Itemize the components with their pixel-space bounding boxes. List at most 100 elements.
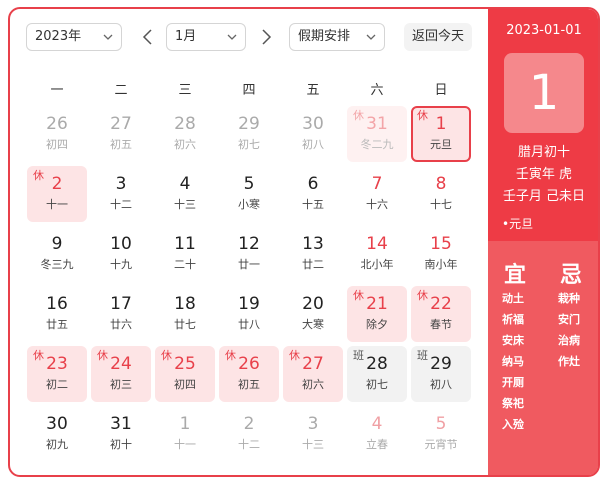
day-cell[interactable]: 休 25 初四 (155, 346, 215, 402)
day-cell[interactable]: 19 廿八 (219, 286, 279, 342)
day-lunar: 南小年 (424, 258, 458, 271)
day-cell[interactable]: 11 二十 (155, 226, 215, 282)
yi-item: 安床 (502, 334, 524, 347)
day-cell[interactable]: 30 初八 (283, 106, 343, 162)
day-cell[interactable]: 26 初四 (27, 106, 87, 162)
day-cell[interactable]: 休 27 初六 (283, 346, 343, 402)
day-lunar: 十三 (302, 438, 324, 451)
next-month-icon[interactable] (258, 28, 274, 46)
day-lunar: 廿五 (46, 318, 68, 331)
day-cell[interactable]: 12 廿一 (219, 226, 279, 282)
day-lunar: 十二 (238, 438, 260, 451)
day-number: 19 (238, 294, 260, 314)
ji-item: 栽种 (558, 292, 580, 305)
day-lunar: 十三 (174, 198, 196, 211)
day-cell[interactable]: 17 廿六 (91, 286, 151, 342)
day-cell[interactable]: 18 廿七 (155, 286, 215, 342)
year-select[interactable]: 2023年 (26, 23, 122, 51)
day-cell[interactable]: 休 1 元旦 (411, 106, 471, 162)
back-to-today-button[interactable]: 返回今天 (404, 23, 472, 51)
yi-item: 动土 (502, 292, 524, 305)
day-cell[interactable]: 20 大寒 (283, 286, 343, 342)
day-lunar: 十一 (174, 438, 196, 451)
day-cell[interactable]: 5 小寒 (219, 166, 279, 222)
chevron-down-icon (103, 34, 113, 40)
day-number: 10 (110, 234, 132, 254)
day-cell[interactable]: 3 十二 (91, 166, 151, 222)
day-cell[interactable]: 16 廿五 (27, 286, 87, 342)
day-cell[interactable]: 13 廿二 (283, 226, 343, 282)
day-cell[interactable]: 27 初五 (91, 106, 151, 162)
calendar-main: 2023年 1月 假期安排 返回今天 一二三四五六日 26 初四 27 初五 28 初六 2… (10, 9, 488, 475)
day-lunar: 初七 (238, 138, 260, 151)
weekday-label: 日 (434, 83, 448, 98)
day-number: 14 (366, 234, 388, 254)
day-lunar: 廿七 (174, 318, 196, 331)
day-cell[interactable]: 休 2 十一 (27, 166, 87, 222)
day-cell[interactable]: 1 十一 (155, 406, 215, 462)
day-cell[interactable]: 3 十三 (283, 406, 343, 462)
detail-year-ganzhi: 壬寅年 虎 (515, 167, 573, 182)
yi-item: 开厕 (502, 376, 524, 389)
day-number: 20 (302, 294, 324, 314)
day-cell[interactable]: 班 28 初七 (347, 346, 407, 402)
detail-festival: •元旦 (502, 217, 534, 231)
day-number: 30 (302, 114, 324, 134)
detail-lunar-date: 腊月初十 (517, 145, 570, 160)
holiday-select[interactable]: 假期安排 (289, 23, 385, 51)
calendar-grid: 26 初四 27 初五 28 初六 29 初七 30 初八休 31 冬二九休 1 元旦休 2 十一 3 十二 4 十三… (26, 106, 476, 470)
day-number: 12 (238, 234, 260, 254)
day-cell[interactable]: 4 立春 (347, 406, 407, 462)
day-number: 23 (46, 354, 68, 374)
yi-title: 宜 (504, 263, 527, 288)
month-select[interactable]: 1月 (166, 23, 246, 51)
day-number: 27 (302, 354, 324, 374)
day-lunar: 初十 (110, 438, 132, 451)
day-lunar: 十五 (302, 198, 324, 211)
day-cell[interactable]: 7 十六 (347, 166, 407, 222)
day-cell[interactable]: 休 21 除夕 (347, 286, 407, 342)
day-number: 8 (435, 174, 447, 194)
day-cell[interactable]: 14 北小年 (347, 226, 407, 282)
calendar-toolbar: 2023年 1月 假期安排 返回今天 (26, 23, 476, 53)
day-lunar: 十一 (46, 198, 68, 211)
day-detail-panel: 2023-01-01 1 腊月初十 壬寅年 虎 壬子月 己未日 •元旦 宜 忌 … (488, 9, 598, 475)
chevron-down-icon (366, 34, 376, 40)
day-number: 4 (179, 174, 191, 194)
day-number: 24 (110, 354, 132, 374)
day-cell[interactable]: 休 22 春节 (411, 286, 471, 342)
day-cell[interactable]: 9 冬三九 (27, 226, 87, 282)
prev-month-icon[interactable] (140, 28, 156, 46)
day-cell[interactable]: 4 十三 (155, 166, 215, 222)
day-number: 27 (110, 114, 132, 134)
day-cell[interactable]: 28 初六 (155, 106, 215, 162)
day-cell[interactable]: 休 26 初五 (219, 346, 279, 402)
day-lunar: 元宵节 (424, 438, 458, 451)
day-cell[interactable]: 5 元宵节 (411, 406, 471, 462)
day-number: 4 (371, 414, 383, 434)
day-cell[interactable]: 30 初九 (27, 406, 87, 462)
day-cell[interactable]: 班 29 初八 (411, 346, 471, 402)
day-number: 28 (366, 354, 388, 374)
day-cell[interactable]: 15 南小年 (411, 226, 471, 282)
day-lunar: 廿二 (302, 258, 324, 271)
day-cell[interactable]: 29 初七 (219, 106, 279, 162)
day-lunar: 二十 (174, 258, 196, 271)
day-cell[interactable]: 31 初十 (91, 406, 151, 462)
ji-item: 治病 (558, 334, 580, 347)
day-cell[interactable]: 2 十二 (219, 406, 279, 462)
day-lunar: 春节 (430, 318, 452, 331)
yi-item: 祈福 (502, 313, 524, 326)
day-number: 3 (307, 414, 319, 434)
day-number: 3 (115, 174, 127, 194)
day-cell[interactable]: 休 24 初三 (91, 346, 151, 402)
day-lunar: 初六 (174, 138, 196, 151)
day-lunar: 冬三九 (40, 258, 74, 271)
day-cell[interactable]: 休 31 冬二九 (347, 106, 407, 162)
day-cell[interactable]: 8 十七 (411, 166, 471, 222)
yi-item: 祭祀 (502, 397, 524, 410)
day-cell[interactable]: 6 十五 (283, 166, 343, 222)
day-number: 29 (238, 114, 260, 134)
day-cell[interactable]: 10 十九 (91, 226, 151, 282)
day-cell[interactable]: 休 23 初二 (27, 346, 87, 402)
